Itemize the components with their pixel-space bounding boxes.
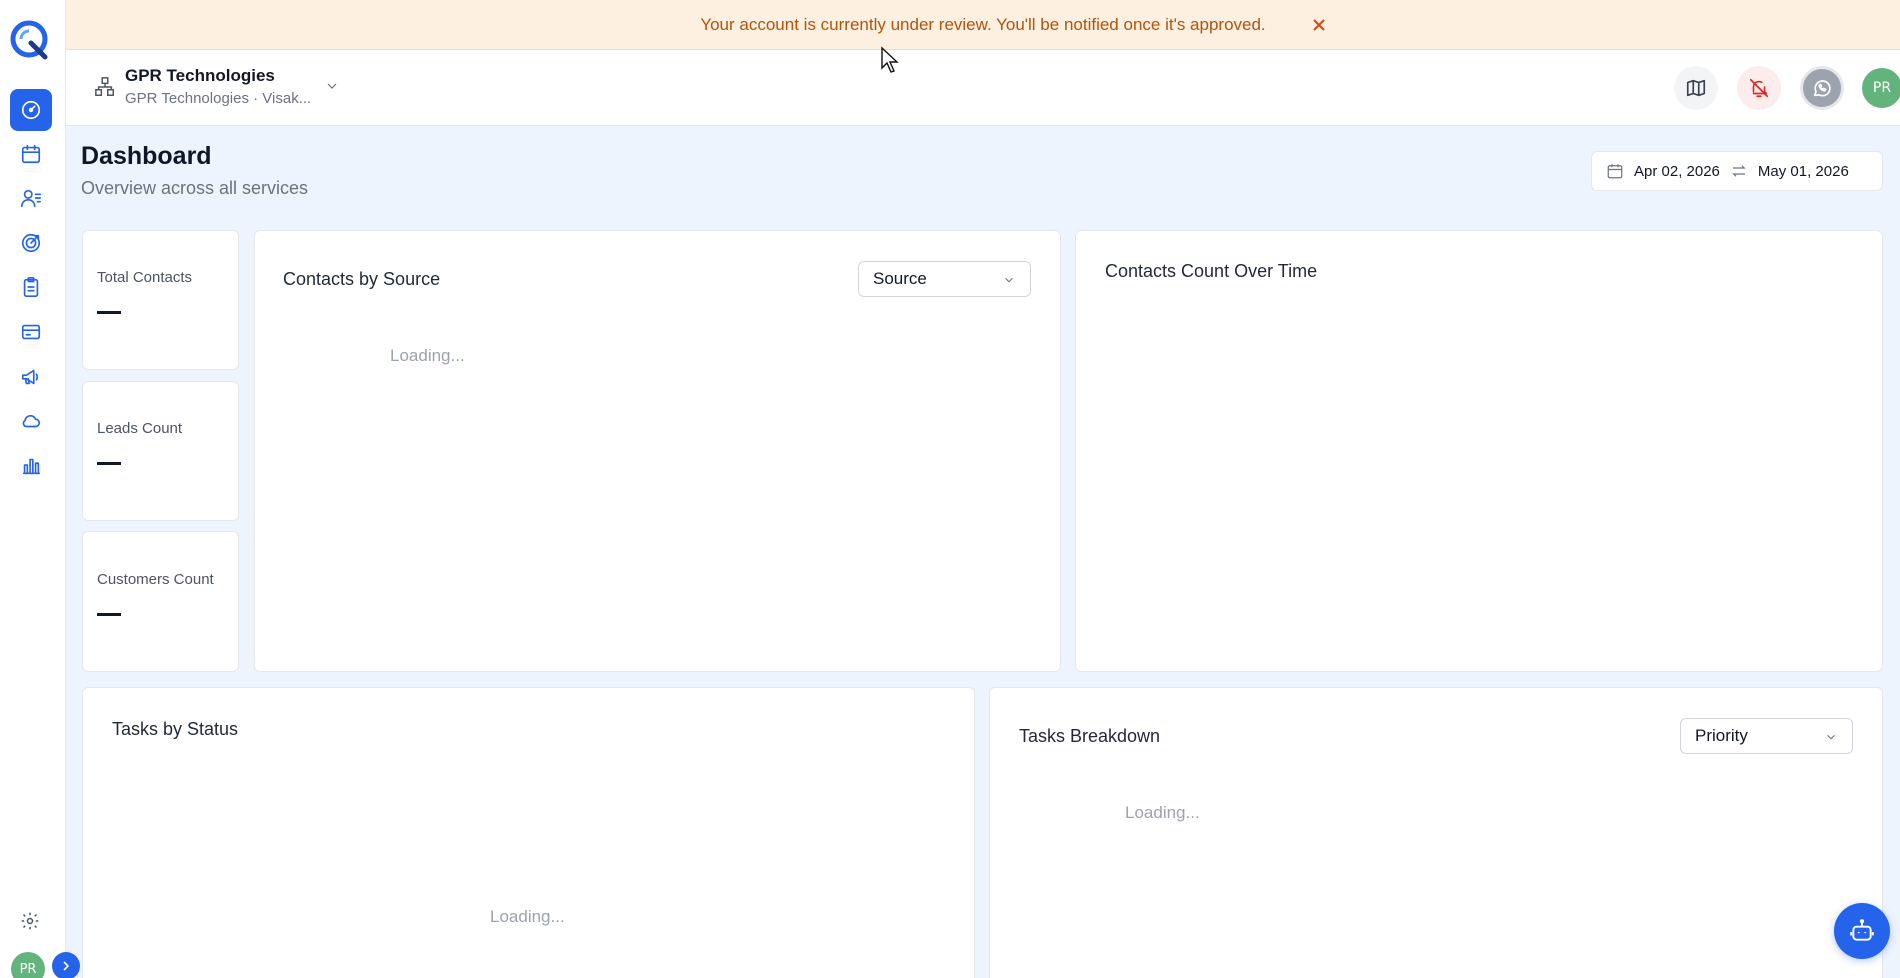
tasks-by-status-title: Tasks by Status: [112, 719, 239, 739]
contacts-over-time-title: Contacts Count Over Time: [1105, 261, 1318, 281]
mouse-cursor-icon: [881, 46, 899, 73]
total-contacts-card: Total Contacts: [82, 230, 239, 370]
leads-count-label: Leads Count: [97, 420, 183, 437]
robot-icon: [1850, 919, 1874, 941]
sidebar-item-tasks[interactable]: [10, 266, 52, 308]
map-button[interactable]: [1674, 66, 1718, 110]
priority-select[interactable]: Priority: [1680, 718, 1853, 754]
review-banner: Your account is currently under review. …: [66, 0, 1900, 50]
customers-count-label: Customers Count: [97, 571, 214, 588]
date-range-picker[interactable]: Apr 02, 2026 May 01, 2026: [1591, 151, 1883, 191]
bell-off-icon: [1749, 78, 1769, 98]
contacts-over-time-card: Contacts Count Over Time: [1075, 230, 1883, 672]
sidebar-user-avatar[interactable]: PR: [11, 952, 45, 978]
top-header: GPR Technologies GPR Technologies · Visa…: [66, 50, 1900, 126]
customers-count-value: [97, 613, 121, 616]
page-subtitle: Overview across all services: [81, 178, 309, 198]
sidebar-item-billing[interactable]: [10, 311, 52, 353]
sidebar-item-reports[interactable]: [10, 445, 52, 487]
app-logo[interactable]: [9, 18, 53, 62]
source-select[interactable]: Source: [858, 261, 1031, 297]
contacts-by-source-card: Contacts by Source Source Loading...: [254, 230, 1061, 672]
assistant-bot-button[interactable]: [1834, 903, 1890, 959]
leads-count-value: [97, 462, 121, 465]
calendar-icon: [1607, 164, 1623, 179]
close-icon: [1313, 19, 1325, 31]
tasks-by-status-loading: Loading...: [490, 907, 565, 926]
tasks-by-status-card: Tasks by Status Loading...: [82, 687, 975, 978]
megaphone-icon: [21, 369, 39, 385]
whatsapp-button[interactable]: [1800, 66, 1844, 110]
map-icon: [1686, 79, 1706, 97]
chevron-right-icon: [63, 961, 70, 971]
date-end[interactable]: May 01, 2026: [1758, 163, 1849, 180]
sidebar-item-dashboard[interactable]: [10, 89, 52, 131]
calendar-icon: [21, 144, 41, 164]
swap-icon: [1732, 165, 1746, 177]
organization-name[interactable]: GPR Technologies: [125, 66, 275, 86]
cloud-icon: [22, 414, 41, 428]
notifications-button[interactable]: [1737, 66, 1781, 110]
dashboard-icon: [21, 100, 41, 120]
whatsapp-icon: [1813, 80, 1831, 97]
chevron-down-icon: [1827, 734, 1835, 740]
sidebar-item-contacts[interactable]: [10, 177, 52, 219]
chevron-down-icon: [1005, 277, 1013, 283]
priority-select-value: Priority: [1695, 726, 1748, 745]
source-select-value: Source: [873, 269, 927, 288]
sidebar: PR: [0, 0, 80, 978]
organization-switcher[interactable]: [324, 78, 342, 96]
sidebar-item-calendar[interactable]: [10, 133, 52, 175]
sidebar-item-cloud[interactable]: [10, 400, 52, 442]
contacts-by-source-loading: Loading...: [390, 346, 465, 365]
total-contacts-value: [97, 311, 121, 314]
user-avatar[interactable]: PR: [1862, 68, 1900, 108]
tasks-breakdown-loading: Loading...: [1125, 803, 1200, 822]
total-contacts-label: Total Contacts: [97, 269, 193, 286]
sidebar-expand-button[interactable]: [52, 952, 80, 978]
banner-close-button[interactable]: [1308, 14, 1330, 36]
gear-icon: [21, 912, 39, 930]
sidebar-item-target[interactable]: [10, 222, 52, 264]
card-icon: [21, 324, 41, 340]
organization-subtitle: GPR Technologies · Visak...: [125, 90, 312, 107]
banner-message: Your account is currently under review. …: [700, 14, 1266, 34]
contacts-icon: [21, 189, 41, 208]
sidebar-item-campaigns[interactable]: [10, 356, 52, 398]
tasks-breakdown-card: Tasks Breakdown Priority Loading...: [989, 687, 1883, 978]
date-start[interactable]: Apr 02, 2026: [1634, 163, 1720, 180]
contacts-by-source-title: Contacts by Source: [283, 269, 441, 289]
bar-chart-icon: [22, 458, 41, 475]
target-icon: [21, 233, 41, 253]
settings-button[interactable]: [17, 908, 43, 934]
tasks-breakdown-title: Tasks Breakdown: [1019, 726, 1161, 746]
chevron-down-icon: [327, 83, 337, 89]
page-title: Dashboard: [81, 142, 212, 170]
leads-count-card: Leads Count: [82, 381, 239, 521]
organization-icon: [94, 76, 116, 98]
customers-count-card: Customers Count: [82, 531, 239, 672]
clipboard-icon: [23, 277, 39, 297]
